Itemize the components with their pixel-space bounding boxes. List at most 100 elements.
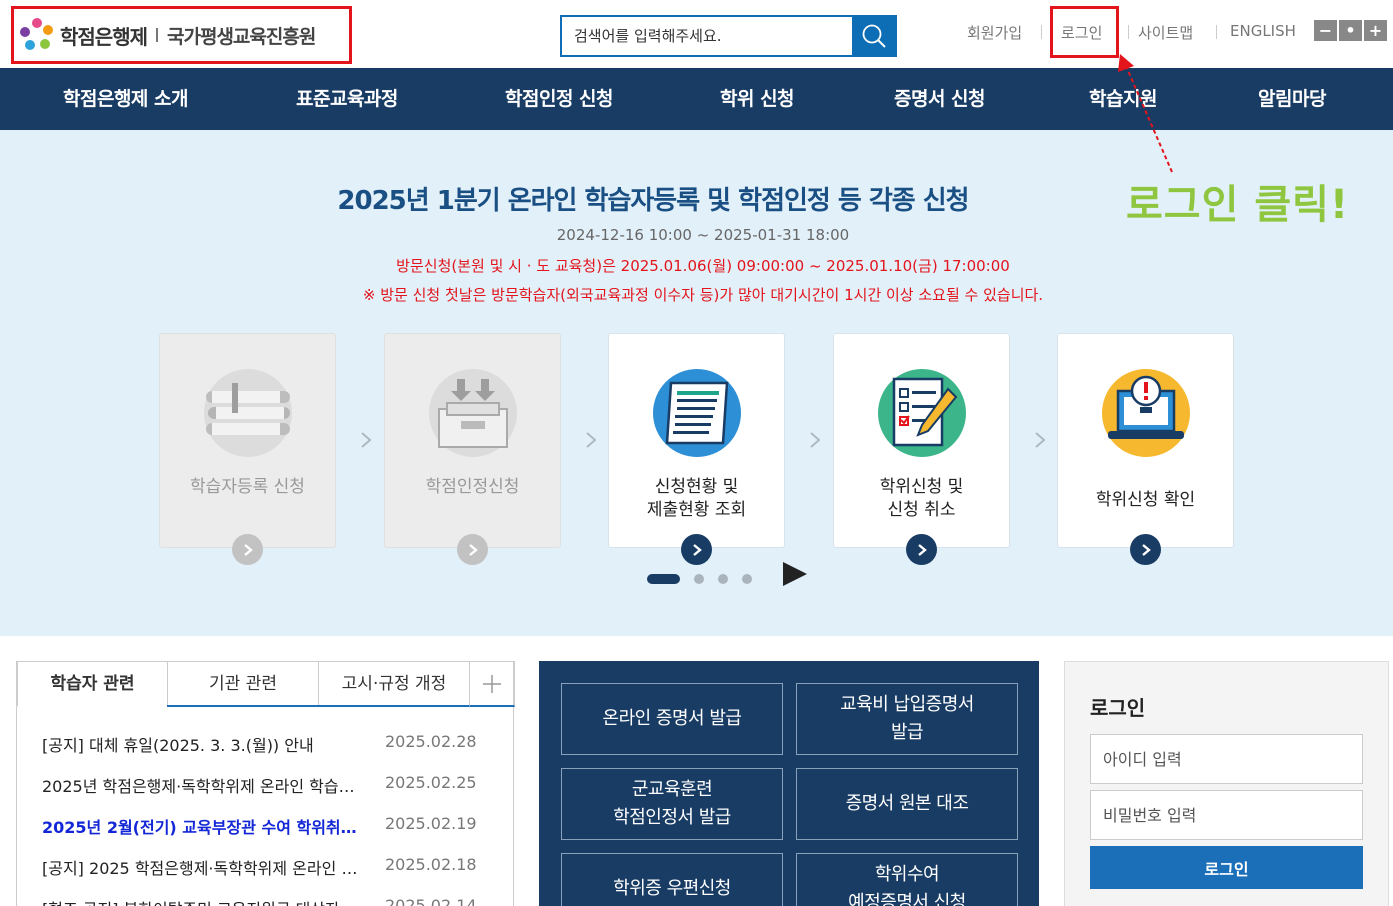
- slider-dot[interactable]: [694, 574, 704, 584]
- more-button[interactable]: [469, 661, 515, 707]
- card-go-button[interactable]: [906, 534, 937, 565]
- util-divider: [1128, 25, 1129, 39]
- slider-dot[interactable]: [742, 574, 752, 584]
- button-label: 증명서 원본 대조: [845, 793, 969, 814]
- notice-item[interactable]: [공지] 2025 학점은행제·독학학위제 온라인 서비스 안내 2025.02…: [42, 855, 492, 885]
- util-divider: [1041, 25, 1042, 39]
- card-degree-confirmation[interactable]: 학위신청 확인: [1057, 333, 1234, 565]
- card-label-line-1: 신청현황 및: [654, 477, 739, 497]
- card-learner-registration[interactable]: 학습자등록 신청: [159, 333, 336, 565]
- nav-item-degree[interactable]: 학위 신청: [720, 68, 795, 130]
- zoom-in-button[interactable]: +: [1364, 20, 1387, 41]
- nav-item-certificate[interactable]: 증명서 신청: [894, 68, 986, 130]
- diploma-mail-button[interactable]: 학위증 우편신청: [561, 853, 783, 906]
- notice-date: 2025.02.28: [385, 732, 477, 751]
- header: 학점은행제 국가평생교육진흥원 회원가입 로그인 사이트맵 ENGLISH − …: [0, 0, 1393, 68]
- chevron-right-icon: [1141, 543, 1151, 556]
- notice-board: 학습자 관련 기관 관련 고시·규정 개정 [공지] 대체 휴일(2025. 3…: [16, 661, 515, 906]
- button-label-line-2: 예정증명서 신청: [848, 892, 966, 906]
- tab-underline: [167, 705, 515, 707]
- tab-institution[interactable]: 기관 관련: [167, 661, 319, 707]
- sitemap-link[interactable]: 사이트맵: [1138, 22, 1193, 43]
- banner-title: 2025년 1분기 온라인 학습자등록 및 학점인정 등 각종 신청: [337, 186, 969, 216]
- notice-title: [공지] 2025 학점은행제·독학학위제 온라인 서비스 안내: [42, 859, 364, 878]
- chevron-right-icon: [468, 543, 478, 556]
- button-label: 온라인 증명서 발급: [602, 708, 742, 729]
- card-go-button[interactable]: [681, 534, 712, 565]
- nav-item-intro[interactable]: 학점은행제 소개: [63, 68, 188, 130]
- login-highlight-box: [1050, 6, 1119, 58]
- button-label-line-1: 군교육훈련: [631, 779, 713, 800]
- notice-title: [협조 공지] 북한이탈주민 교육지원금 대상자 안내: [42, 896, 364, 906]
- card-degree-application[interactable]: 학위신청 및 신청 취소: [833, 333, 1010, 565]
- main-banner: 2025년 1분기 온라인 학습자등록 및 학점인정 등 각종 신청 2024-…: [0, 54, 1393, 636]
- notice-title: 2025년 학점은행제·독학학위제 온라인 학습자 안내: [42, 777, 364, 796]
- slider-dot[interactable]: [718, 574, 728, 584]
- tab-learner[interactable]: 학습자 관련: [17, 661, 168, 707]
- logo-divider: [156, 28, 158, 42]
- english-link[interactable]: ENGLISH: [1230, 22, 1296, 40]
- notice-item[interactable]: [공지] 대체 휴일(2025. 3. 3.(월)) 안내 2025.02.28: [42, 732, 492, 762]
- logo-link[interactable]: 학점은행제 국가평생교육진흥원: [11, 6, 352, 64]
- notice-item[interactable]: [협조 공지] 북한이탈주민 교육지원금 대상자 안내 2025.02.14: [42, 896, 492, 906]
- slider-dot[interactable]: [647, 574, 680, 584]
- button-label-line-2: 발급: [890, 722, 924, 743]
- button-label-line-2: 학점인정서 발급: [613, 807, 731, 828]
- plus-icon: [483, 674, 501, 693]
- notice-title: [공지] 대체 휴일(2025. 3. 3.(월)) 안내: [42, 736, 314, 755]
- logo-organization: 국가평생교육진흥원: [167, 25, 316, 48]
- search-input[interactable]: [562, 17, 852, 55]
- banner-note: ※ 방문 신청 첫날은 방문학습자(외국교육과정 이수자 등)가 많아 대기시간…: [362, 286, 1044, 304]
- chevron-right-icon: [361, 432, 372, 448]
- play-icon[interactable]: [783, 562, 807, 586]
- notice-item[interactable]: 2025년 2월(전기) 교육부장관 수여 학위취득 안내 2025.02.19: [42, 814, 492, 844]
- tab-regulation[interactable]: 고시·규정 개정: [318, 661, 470, 707]
- nav-item-curriculum[interactable]: 표준교육과정: [296, 68, 398, 130]
- chevron-right-icon: [692, 543, 702, 556]
- button-label: 학위증 우편신청: [613, 878, 731, 899]
- notice-date: 2025.02.18: [385, 855, 477, 874]
- card-label: 학위신청 확인: [1095, 490, 1196, 510]
- card-go-button[interactable]: [232, 534, 263, 565]
- tuition-certificate-button[interactable]: 교육비 납입증명서 발급: [796, 683, 1018, 755]
- chevron-right-icon: [1035, 432, 1046, 448]
- laptop-bulb-icon: [1102, 369, 1190, 457]
- banner-visit-info: 방문신청(본원 및 시 · 도 교육청)은 2025.01.06(월) 09:0…: [396, 257, 1010, 275]
- certificate-quick-menu: 온라인 증명서 발급 교육비 납입증명서 발급 군교육훈련 학점인정서 발급 증…: [539, 661, 1039, 906]
- chevron-right-icon: [243, 543, 253, 556]
- card-go-button[interactable]: [457, 534, 488, 565]
- login-submit-button[interactable]: 로그인: [1090, 846, 1363, 889]
- online-certificate-button[interactable]: 온라인 증명서 발급: [561, 683, 783, 755]
- chevron-right-icon: [810, 432, 821, 448]
- chevron-right-icon: [586, 432, 597, 448]
- user-id-input[interactable]: [1090, 734, 1363, 784]
- certificate-verify-button[interactable]: 증명서 원본 대조: [796, 768, 1018, 840]
- card-label-line-1: 학위신청 및: [879, 477, 964, 497]
- util-divider: [1216, 25, 1217, 39]
- card-application-status[interactable]: 신청현황 및 제출현황 조회: [608, 333, 785, 565]
- notice-item[interactable]: 2025년 학점은행제·독학학위제 온라인 학습자 안내 2025.02.25: [42, 773, 492, 803]
- notice-date: 2025.02.19: [385, 814, 477, 833]
- card-label-line-2: 제출현황 조회: [646, 500, 747, 520]
- logo-name: 학점은행제: [60, 24, 148, 49]
- notice-date: 2025.02.25: [385, 773, 477, 792]
- search-bar: [560, 15, 897, 57]
- logo-icon: [18, 16, 56, 54]
- inbox-download-icon: [429, 369, 517, 457]
- card-credit-recognition[interactable]: 학점인정신청: [384, 333, 561, 565]
- card-go-button[interactable]: [1130, 534, 1161, 565]
- signup-link[interactable]: 회원가입: [967, 22, 1022, 43]
- slider-pagination: [647, 574, 752, 584]
- expected-degree-button[interactable]: 학위수여 예정증명서 신청: [796, 853, 1018, 906]
- password-input[interactable]: [1090, 790, 1363, 840]
- button-label-line-1: 교육비 납입증명서: [840, 694, 974, 715]
- zoom-out-button[interactable]: −: [1314, 20, 1337, 41]
- zoom-reset-button[interactable]: •: [1339, 20, 1362, 41]
- nav-item-credit-recognition[interactable]: 학점인정 신청: [505, 68, 614, 130]
- search-button[interactable]: [852, 17, 895, 55]
- notice-title: 2025년 2월(전기) 교육부장관 수여 학위취득 안내: [42, 818, 364, 837]
- nav-item-notice[interactable]: 알림마당: [1258, 68, 1326, 130]
- military-credit-button[interactable]: 군교육훈련 학점인정서 발급: [561, 768, 783, 840]
- document-scroll-icon: [653, 369, 741, 457]
- checklist-pencil-icon: [878, 369, 966, 457]
